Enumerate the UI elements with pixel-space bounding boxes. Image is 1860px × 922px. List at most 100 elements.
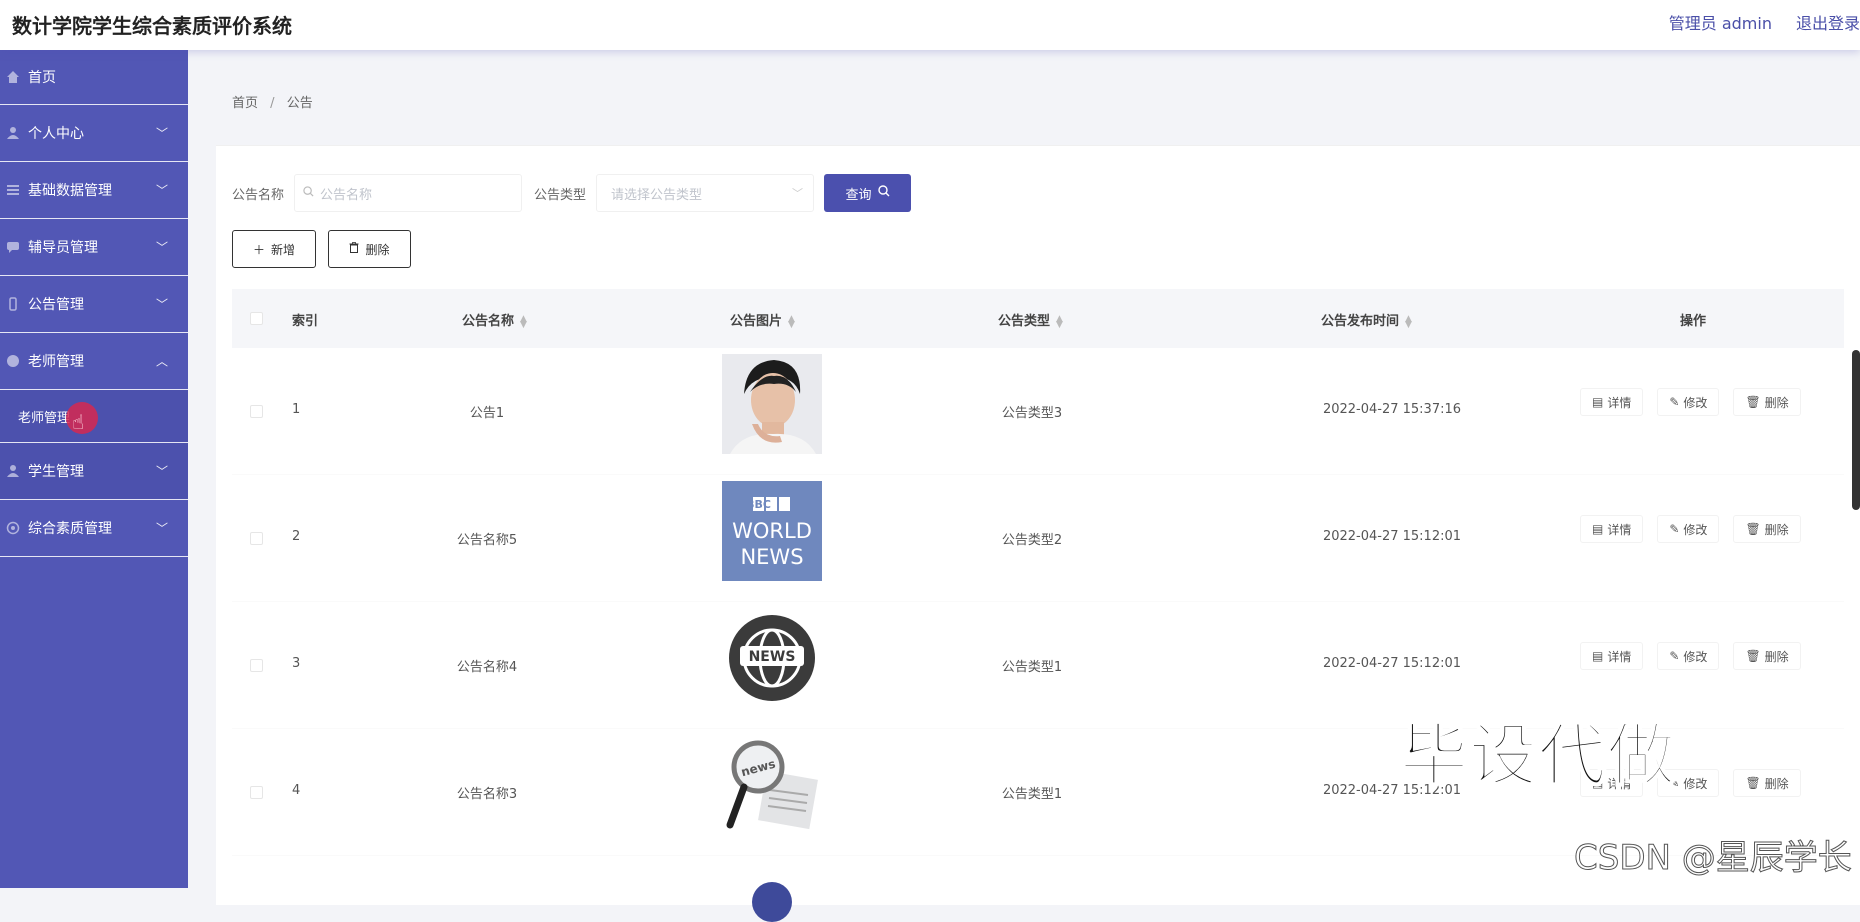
chevron-down-icon: ﹀ [155,464,168,479]
bottom-image-edge [752,882,792,922]
edit-label: 修改 [1683,395,1708,410]
sidebar-item-basic-data[interactable]: 基础数据管理 ﹀ [0,162,188,219]
pencil-icon: ✎ [1669,522,1680,536]
sort-icon: ▲ ▼ [788,313,795,330]
cell-name: 公告名称4 [456,660,518,675]
edit-button[interactable]: ✎ 修改 [1657,642,1720,670]
row-checkbox[interactable] [250,405,263,418]
detail-button[interactable]: ▤ 详情 [1580,515,1644,543]
sidebar-item-label: 基础数据管理 [28,183,112,199]
query-button[interactable]: 查询 [824,174,912,212]
cell-type: 公告类型1 [1001,787,1063,802]
add-button[interactable]: ＋ 新增 [232,230,316,268]
action-toolbar: ＋ 新增 删除 [232,230,411,268]
bulk-delete-button[interactable]: 删除 [328,230,411,268]
name-search-input[interactable]: 公告名称 [294,174,523,212]
bbc-letter-1: BBC [746,498,771,511]
bbc-world-news-logo-image[interactable]: BBC WORLD NEWS [722,481,822,581]
select-all-checkbox[interactable] [250,312,263,325]
news-magnifier-image[interactable]: news [722,735,822,835]
header-image[interactable]: 公告图片 ▲ ▼ [730,310,795,329]
cell-index: 1 [292,402,301,417]
sidebar-item-quality[interactable]: 综合素质管理 ﹀ [0,500,188,557]
edit-button[interactable]: ✎ 修改 [1657,515,1720,543]
submenu-item-teacher-manage[interactable]: 老师管理 ☝ [0,390,188,443]
delete-label: 删除 [1764,522,1789,537]
cell-time: 2022-04-27 15:37:16 [1322,402,1462,417]
cell-index: 2 [292,529,301,544]
sidebar: 首页 个人中心 ﹀ 基础数据管理 ﹀ 辅导员管理 ﹀ 公告管理 ﹀ 老师管理 ︿ [0,50,188,888]
portrait-photo-image[interactable] [722,354,822,454]
cell-index: 4 [292,783,301,798]
breadcrumb-home[interactable]: 首页 [232,96,258,111]
edit-label: 修改 [1683,776,1708,791]
cell-name: 公告名称3 [456,787,518,802]
chevron-up-icon: ︿ [155,354,168,369]
bbc-news-text: NEWS [740,545,803,569]
delete-button[interactable]: 🗑 删除 [1733,515,1801,543]
name-search-placeholder: 公告名称 [320,187,373,203]
breadcrumb: 首页 / 公告 [232,92,313,111]
document-icon: ▤ [1592,522,1604,536]
chevron-down-icon: ﹀ [155,240,168,255]
news-globe-image[interactable]: NEWS [722,608,822,708]
chevron-down-icon: ﹀ [155,126,168,141]
type-select[interactable]: 请选择公告类型 ﹀ [596,174,815,212]
table-row: 2 公告名称5 BBC WORLD NEWS 公告类型2 2022-04-27 … [232,475,1844,602]
home-icon [4,68,22,86]
cell-name: 公告名称5 [456,533,518,548]
sidebar-item-profile[interactable]: 个人中心 ﹀ [0,105,188,162]
sidebar-item-home[interactable]: 首页 [0,50,188,105]
delete-button[interactable]: 🗑 删除 [1733,388,1801,416]
top-right-menu: 管理员 admin 退出登录 [1669,10,1860,34]
pencil-icon: ✎ [1669,395,1680,409]
row-checkbox[interactable] [250,786,263,799]
chevron-down-icon: ﹀ [155,521,168,536]
header-image-label: 公告图片 [730,314,783,329]
header-time[interactable]: 公告发布时间 ▲ ▼ [1321,310,1412,329]
header-index: 索引 [292,314,319,329]
header-ops: 操作 [1680,314,1707,329]
breadcrumb-current: 公告 [286,96,313,111]
row-actions: ▤ 详情 ✎ 修改 🗑 删除 [1580,515,1801,543]
edit-button[interactable]: ✎ 修改 [1657,388,1720,416]
edit-label: 修改 [1683,649,1708,664]
row-checkbox[interactable] [250,532,263,545]
query-button-label: 查询 [845,187,872,203]
sidebar-item-counselor[interactable]: 辅导员管理 ﹀ [0,219,188,276]
plus-icon: ＋ [252,242,265,257]
logout-link[interactable]: 退出登录 [1796,10,1860,34]
header-type[interactable]: 公告类型 ▲ ▼ [998,310,1063,329]
csdn-watermark: CSDN @星辰学长 [1574,838,1853,879]
cell-type: 公告类型1 [1001,660,1063,675]
detail-button[interactable]: ▤ 详情 [1580,388,1644,416]
delete-button[interactable]: 🗑 删除 [1733,769,1801,797]
top-bar: 数计学院学生综合素质评价系统 管理员 admin 退出登录 [0,0,1860,50]
sidebar-item-teacher[interactable]: 老师管理 ︿ [0,333,188,390]
trash-icon: 🗑 [1745,649,1761,663]
cell-time: 2022-04-27 15:12:01 [1322,656,1462,671]
delete-button[interactable]: 🗑 删除 [1733,642,1801,670]
header-type-label: 公告类型 [998,314,1051,329]
chevron-down-icon: ﹀ [155,183,168,198]
header-name[interactable]: 公告名称 ▲ ▼ [462,310,527,329]
scrollbar-thumb[interactable] [1852,350,1860,510]
sidebar-item-notice[interactable]: 公告管理 ﹀ [0,276,188,333]
hand-cursor-icon: ☝ [72,410,85,434]
row-checkbox[interactable] [250,659,263,672]
trash-icon: 🗑 [1745,522,1761,536]
sidebar-item-label: 学生管理 [28,464,84,480]
document-icon: ▤ [1592,649,1604,663]
app-title: 数计学院学生综合素质评价系统 [12,14,292,38]
search-bar: 公告名称 公告名称 公告类型 请选择公告类型 ﹀ 查询 [232,174,912,212]
admin-label[interactable]: 管理员 admin [1669,10,1772,34]
sidebar-item-student[interactable]: 学生管理 ﹀ [0,443,188,500]
trash-icon: 🗑 [1745,776,1761,790]
row-actions: ▤ 详情 ✎ 修改 🗑 删除 [1580,642,1801,670]
breadcrumb-separator: / [270,96,275,111]
news-globe-text: NEWS [749,649,796,665]
search-icon [303,186,314,200]
detail-button[interactable]: ▤ 详情 [1580,642,1644,670]
trash-icon [349,242,359,256]
sidebar-item-label: 个人中心 [28,126,84,142]
